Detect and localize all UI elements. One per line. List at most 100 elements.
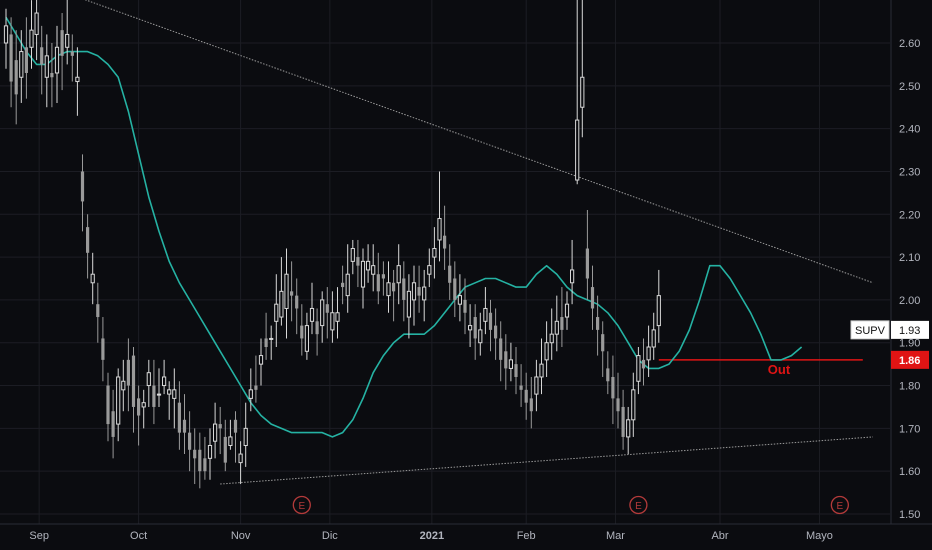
candle-body [519, 385, 523, 390]
candle-body [24, 47, 28, 73]
candle-body [60, 30, 64, 56]
candle-body [141, 402, 146, 408]
candle-body [641, 359, 646, 369]
candle-body [508, 359, 513, 369]
candle-body [258, 355, 264, 365]
candle-body [606, 368, 610, 382]
candle-body [90, 273, 95, 284]
candle-body [295, 295, 299, 309]
candle-body [309, 307, 315, 322]
earnings-label: E [298, 501, 305, 512]
candle-body [631, 389, 636, 421]
candle-body [80, 171, 85, 202]
candle-body [411, 282, 417, 301]
candle-body [406, 290, 411, 318]
candle-body [570, 269, 575, 284]
price-chart[interactable]: E E E 1.50 1.60 1.70 1.80 1.90 2.00 2.10 2.20 2.30… [0, 0, 932, 550]
candle-body [304, 325, 309, 352]
candle-body [228, 436, 233, 446]
candle-body [274, 303, 279, 322]
x-tick-label: Oct [130, 530, 147, 542]
candle-body [544, 342, 549, 361]
candle-body [75, 76, 80, 83]
candle-body [473, 317, 477, 339]
candle-body [330, 312, 335, 331]
candle-body [504, 351, 508, 369]
x-tick-label: Mar [606, 530, 625, 542]
candle-body [101, 338, 105, 360]
candle-body [269, 337, 274, 340]
candle-body [616, 398, 620, 412]
symbol-tag: SUPV [855, 325, 886, 337]
candle-body [468, 325, 473, 331]
candle-body [656, 295, 661, 327]
x-tick-label: Abr [711, 530, 728, 542]
candle-body [54, 46, 60, 74]
x-tick-label: Sep [29, 530, 49, 542]
candle-body [651, 329, 656, 348]
candle-body [596, 317, 600, 330]
candle-body [131, 355, 136, 407]
candle-body [116, 376, 121, 425]
y-tick-label: 2.60 [899, 38, 920, 50]
candle-body [396, 265, 401, 284]
candle-body [207, 444, 213, 459]
candle-body [366, 260, 371, 271]
candle-body [50, 72, 54, 78]
candle-body [300, 325, 304, 339]
candle-body [437, 218, 442, 241]
candle-body [626, 419, 631, 438]
candle-body [198, 449, 202, 472]
candle-body [585, 248, 589, 279]
candle-body [524, 389, 528, 403]
candle-body [325, 304, 329, 313]
y-tick-label: 2.50 [899, 81, 920, 93]
candle-body [243, 427, 248, 446]
x-tick-label: Nov [231, 530, 251, 542]
y-tick-label: 1.50 [899, 509, 920, 521]
candle-body [218, 424, 222, 429]
candle-body [233, 419, 238, 433]
candle-body [126, 359, 130, 386]
candle-body [432, 248, 437, 258]
candle-body [177, 402, 181, 433]
candle-body [14, 60, 18, 95]
candle-body [193, 449, 197, 459]
candle-body [392, 282, 396, 292]
candle-body [203, 458, 207, 472]
x-tick-label: 2021 [420, 530, 444, 542]
chart-background [0, 0, 932, 550]
y-tick-label: 1.90 [899, 338, 920, 350]
candle-body [499, 338, 503, 360]
candle-body [162, 376, 167, 387]
candle-body [564, 303, 570, 318]
candle-body [96, 304, 100, 318]
candle-body [320, 299, 325, 327]
candle-body [417, 287, 421, 296]
candle-body [529, 398, 533, 412]
candle-body [560, 317, 564, 330]
candle-body [386, 282, 391, 297]
candle-body [453, 278, 457, 300]
candle-body [335, 312, 340, 322]
candle-body [549, 333, 554, 344]
earnings-label: E [635, 501, 642, 512]
candle-body [457, 295, 462, 305]
candle-body [182, 419, 187, 433]
last-price-label: 1.93 [899, 325, 920, 337]
candle-body [238, 453, 243, 464]
x-tick-label: Dic [322, 530, 338, 542]
candle-body [463, 299, 467, 313]
candle-body [534, 376, 539, 395]
y-tick-label: 1.80 [899, 381, 920, 393]
y-tick-label: 2.40 [899, 124, 920, 136]
chart-container: E E E 1.50 1.60 1.70 1.80 1.90 2.00 2.10 2.20 2.30… [0, 0, 932, 550]
candle-body [611, 376, 615, 399]
candle-body [381, 274, 385, 279]
y-tick-label: 1.60 [899, 466, 920, 478]
candle-body [9, 34, 13, 82]
candle-body [70, 51, 74, 56]
candle-body [34, 12, 39, 35]
candle-body [448, 265, 452, 283]
candle-body [402, 278, 406, 300]
